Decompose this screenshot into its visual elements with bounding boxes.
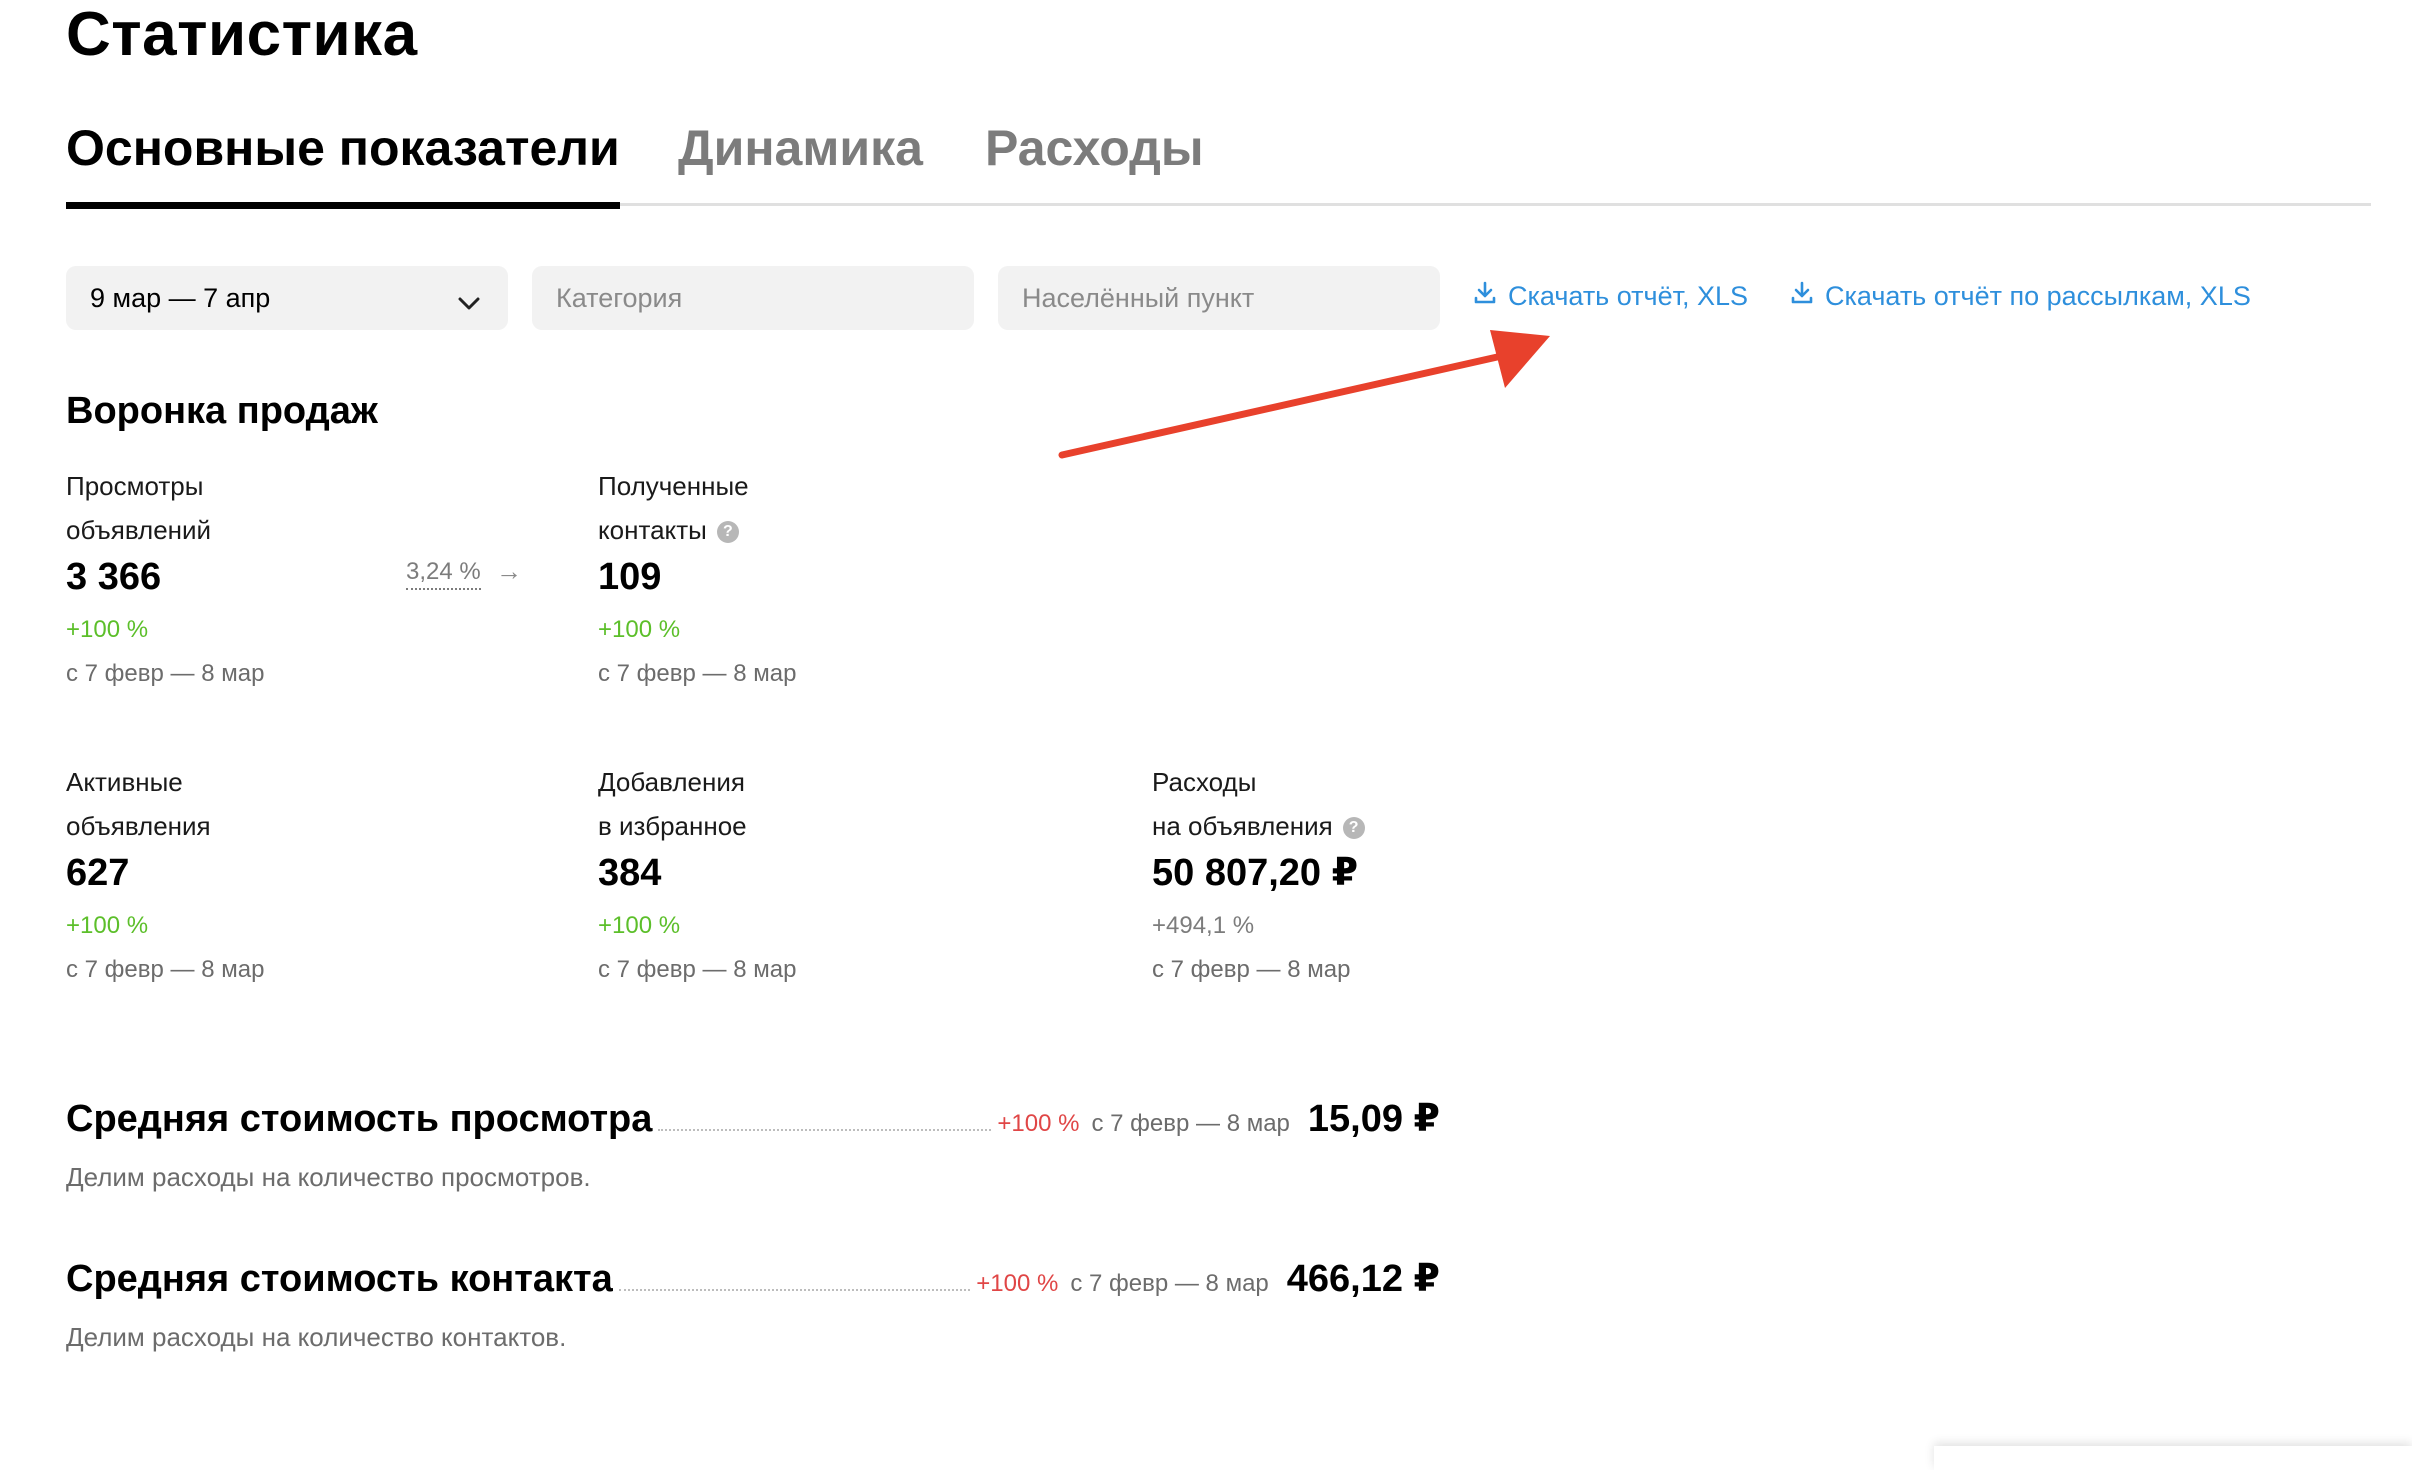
avg-cost-view-value: 15,09 ₽ <box>1307 1098 1440 1140</box>
metric-value: 384 <box>598 852 662 894</box>
metric-period: с 7 февр — 8 мар <box>1152 956 1351 983</box>
tab-dynamics[interactable]: Динамика <box>678 118 923 178</box>
metric-label-row: на объявления? <box>1152 804 1612 848</box>
metric-active-ads: Активные объявления 627 +100 % с 7 февр … <box>66 760 486 992</box>
metric-label-line1: Активные <box>66 767 183 797</box>
avg-cost-view-period: с 7 февр — 8 мар <box>1091 1110 1290 1137</box>
leader-dots <box>658 1129 992 1131</box>
help-icon[interactable]: ? <box>1342 817 1365 840</box>
chevron-down-icon <box>458 288 480 319</box>
floating-panel-edge <box>1934 1446 2412 1470</box>
metric-change: +100 % <box>598 616 681 643</box>
tab-expenses[interactable]: Расходы <box>985 118 1204 178</box>
help-icon[interactable]: ? <box>716 521 739 544</box>
avg-cost-view-row: Средняя стоимость просмотра +100 % с 7 ф… <box>66 1096 1440 1142</box>
avg-cost-contact-description: Делим расходы на количество контактов. <box>66 1322 567 1352</box>
metric-contacts: Полученные контакты? 109 +100 % с 7 февр… <box>598 464 1018 696</box>
avg-cost-view-change: +100 % <box>997 1110 1080 1137</box>
active-tab-indicator <box>66 202 620 209</box>
metric-favorites: Добавления в избранное 384 +100 % с 7 фе… <box>598 760 1018 992</box>
location-placeholder: Населённый пункт <box>1022 282 1255 313</box>
avg-cost-contact-row: Средняя стоимость контакта +100 % с 7 фе… <box>66 1256 1440 1302</box>
metric-change: +100 % <box>66 912 149 939</box>
download-report-link[interactable]: Скачать отчёт, XLS <box>1472 280 1748 313</box>
avg-cost-view-description: Делим расходы на количество просмотров. <box>66 1162 591 1192</box>
download-mailing-report-label: Скачать отчёт по рассылкам, XLS <box>1825 281 2251 311</box>
page-title: Статистика <box>66 0 418 69</box>
download-mailing-report-link[interactable]: Скачать отчёт по рассылкам, XLS <box>1789 280 2251 313</box>
metric-period: с 7 февр — 8 мар <box>66 956 265 983</box>
avg-cost-contact-change: +100 % <box>976 1270 1059 1297</box>
metric-label-line2: объявления <box>66 811 211 841</box>
download-icon <box>1472 280 1498 313</box>
metric-value: 627 <box>66 852 130 894</box>
metric-label-line1: Полученные <box>598 471 749 501</box>
metric-period: с 7 февр — 8 мар <box>598 660 797 687</box>
metric-label-line2: на объявления <box>1152 811 1333 841</box>
leader-dots <box>618 1289 971 1291</box>
date-range-value: 9 мар — 7 апр <box>90 282 271 313</box>
metric-label-line1: Просмотры <box>66 471 204 501</box>
metric-change: +494,1 % <box>1152 912 1255 939</box>
metric-label-line1: Расходы <box>1152 767 1257 797</box>
metric-label-row: контакты? <box>598 508 1018 552</box>
metric-label-line2: в избранное <box>598 811 747 841</box>
avg-cost-contact-period: с 7 февр — 8 мар <box>1070 1270 1269 1297</box>
metric-period: с 7 февр — 8 мар <box>66 660 265 687</box>
category-select[interactable]: Категория <box>532 266 974 330</box>
date-range-select[interactable]: 9 мар — 7 апр <box>66 266 508 330</box>
metric-label-line2: контакты <box>598 515 707 545</box>
metric-period: с 7 февр — 8 мар <box>598 956 797 983</box>
metric-value: 50 807,20 ₽ <box>1152 852 1359 894</box>
avg-cost-contact-title: Средняя стоимость контакта <box>66 1258 613 1300</box>
metric-change: +100 % <box>598 912 681 939</box>
download-icon <box>1789 280 1815 313</box>
metric-value: 109 <box>598 556 662 598</box>
conversion-rate[interactable]: 3,24 % <box>406 557 481 590</box>
category-placeholder: Категория <box>556 282 683 313</box>
metric-label-line2: объявлений <box>66 515 212 545</box>
annotation-arrow-icon <box>1058 330 1550 459</box>
metric-ad-spend: Расходы на объявления? 50 807,20 ₽ +494,… <box>1152 760 1612 992</box>
metric-change: +100 % <box>66 616 149 643</box>
avg-cost-contact-value: 466,12 ₽ <box>1286 1258 1440 1300</box>
tab-main-indicators[interactable]: Основные показатели <box>66 118 620 178</box>
avg-cost-view-title: Средняя стоимость просмотра <box>66 1098 653 1140</box>
metric-label-line1: Добавления <box>598 767 745 797</box>
arrow-right-icon: → <box>496 556 522 586</box>
funnel-title: Воронка продаж <box>66 390 378 432</box>
download-report-label: Скачать отчёт, XLS <box>1508 281 1749 311</box>
